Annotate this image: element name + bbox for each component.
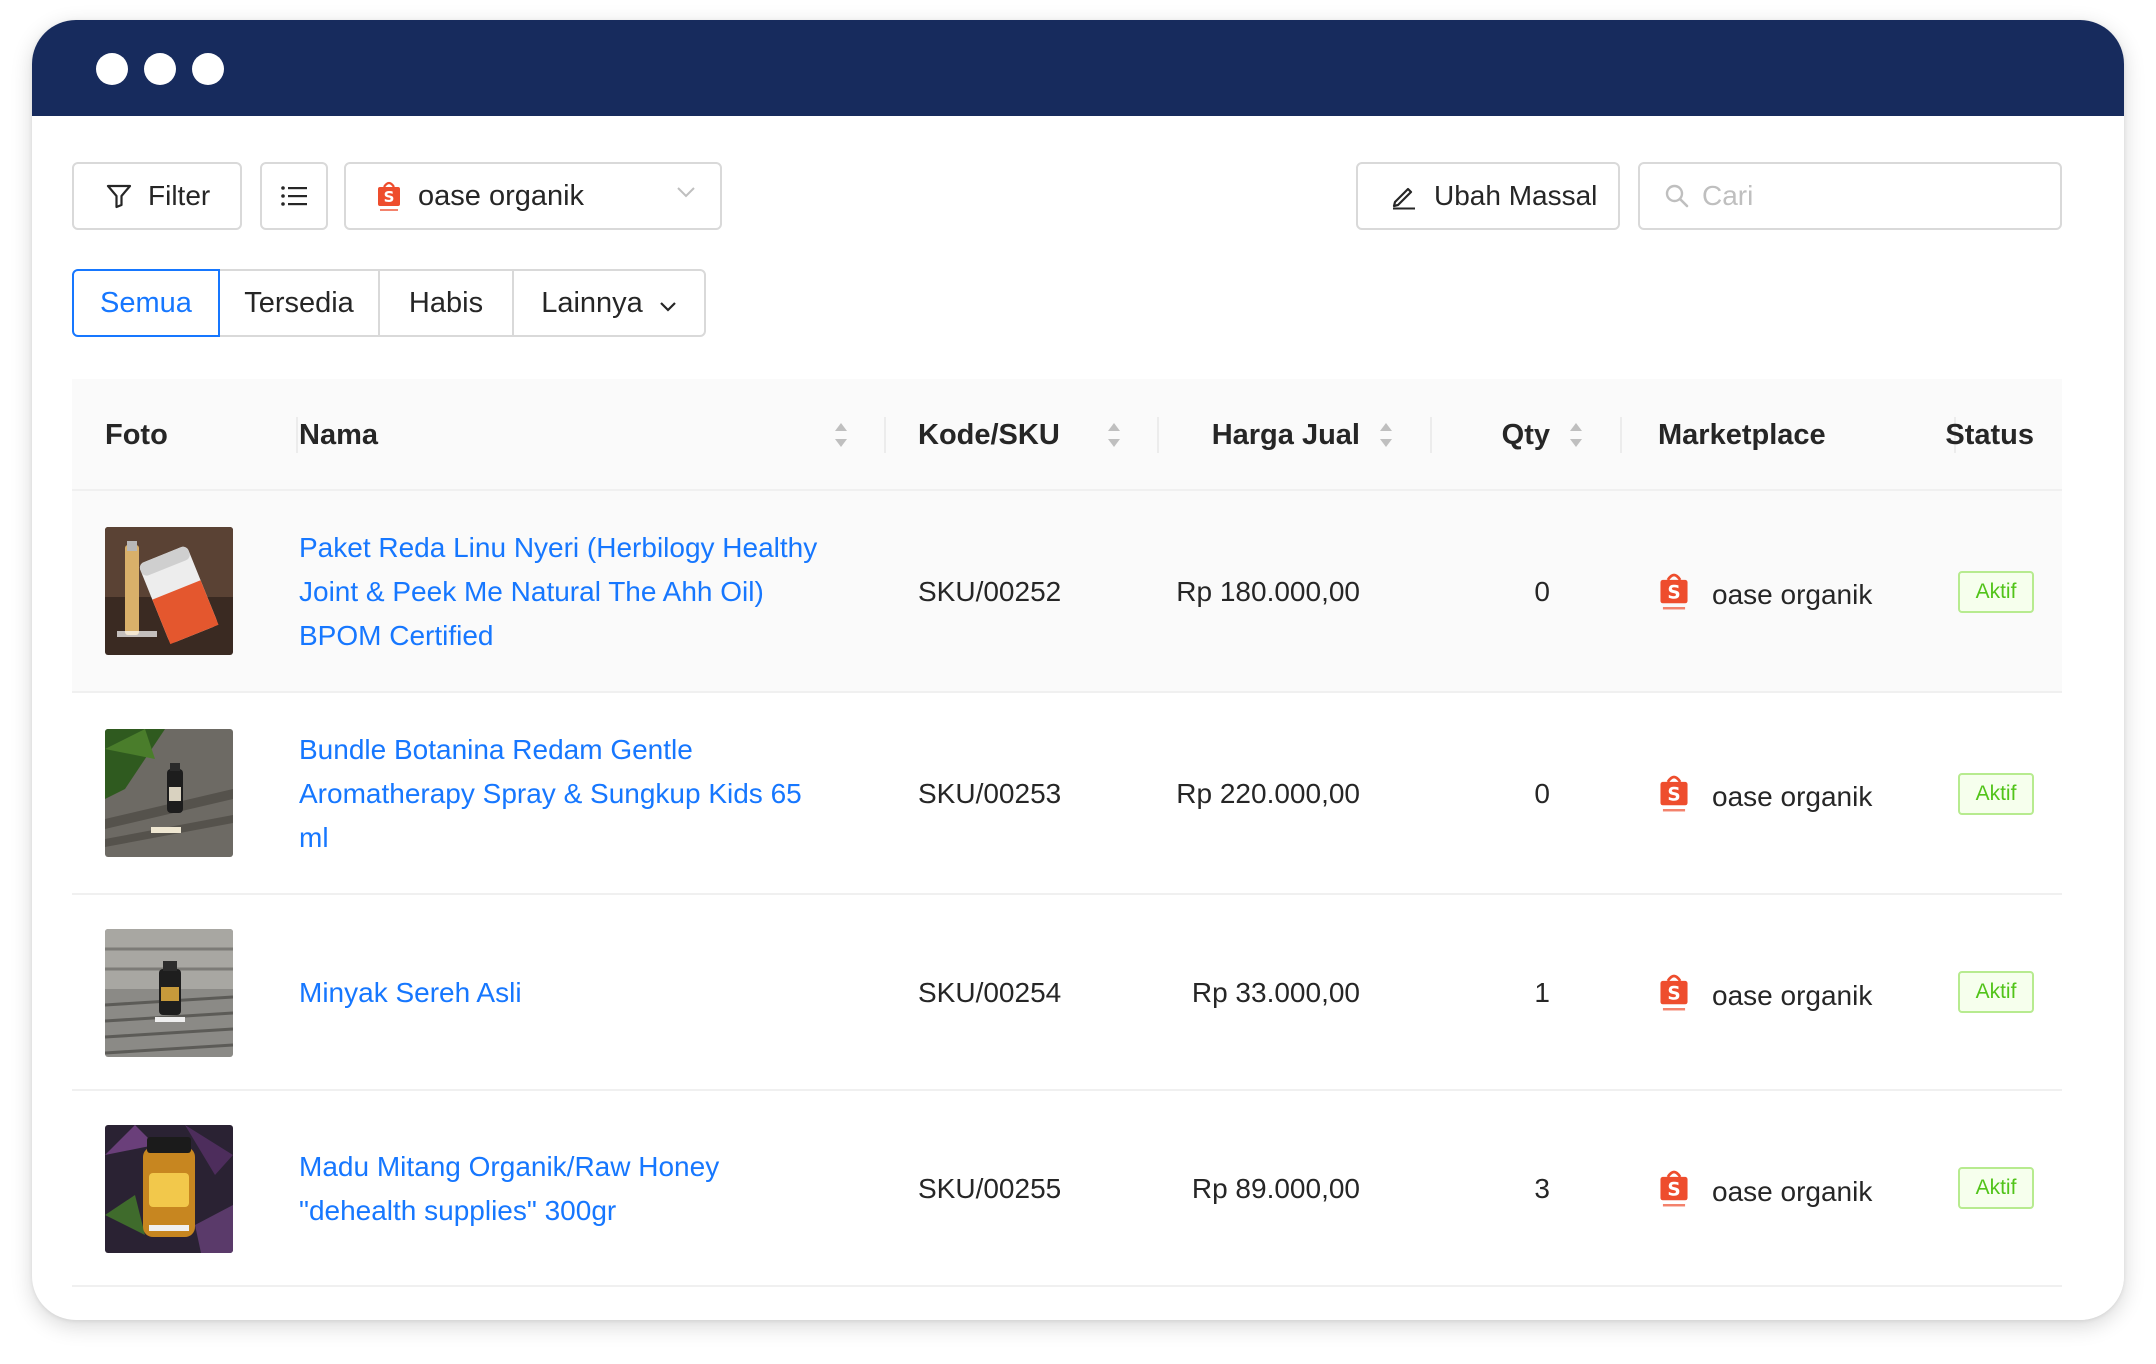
product-qty: 3 [1534, 1173, 1550, 1204]
store-select[interactable]: S oase organik [344, 162, 722, 230]
status-badge: Aktif [1958, 1167, 2034, 1209]
mass-edit-button[interactable]: Ubah Massal [1356, 162, 1620, 230]
product-name-line: "dehealth supplies" 300gr [299, 1195, 617, 1226]
table-header: Foto Nama Kode/SKU Harga Jual Qty Market… [72, 379, 2062, 491]
table-scroll-edge [2062, 379, 2124, 1320]
table-row[interactable]: Paket Reda Linu Nyeri (Herbilogy Healthy… [72, 491, 2062, 693]
marketplace-name: oase organik [1712, 1175, 1873, 1207]
shopee-icon: S [376, 179, 402, 213]
column-list-button[interactable] [260, 162, 328, 230]
column-header-qty[interactable]: Qty [1502, 379, 1550, 491]
product-name-line: Minyak Sereh Asli [299, 977, 522, 1008]
product-qty: 0 [1534, 576, 1550, 607]
product-photo[interactable] [105, 1125, 233, 1253]
svg-text:S: S [1667, 1179, 1680, 1200]
status-badge: Aktif [1958, 773, 2034, 815]
tab-label: Tersedia [244, 286, 354, 319]
product-price: Rp 220.000,00 [1176, 778, 1360, 809]
search-icon [1664, 183, 1690, 209]
marketplace-name: oase organik [1712, 979, 1873, 1011]
product-name-line: Madu Mitang Organik/Raw Honey [299, 1151, 720, 1182]
product-sku: SKU/00252 [918, 576, 1062, 607]
sort-icon[interactable] [1568, 421, 1584, 454]
filter-button[interactable]: Filter [72, 162, 242, 230]
svg-text:S: S [1667, 582, 1680, 603]
product-name-link[interactable]: Madu Mitang Organik/Raw Honey "dehealth … [299, 1145, 829, 1233]
tab-label: Habis [408, 286, 484, 319]
marketplace-cell: S oase organik [1658, 570, 1872, 619]
tab-label: Semua [100, 286, 192, 319]
product-price: Rp 89.000,00 [1191, 1173, 1360, 1204]
svg-text:S: S [384, 188, 395, 206]
product-name-line: Aromatherapy Spray & Sungkup Kids 65 [299, 778, 802, 809]
table-row[interactable]: Bundle Botanina Redam Gentle Aromatherap… [72, 693, 2062, 895]
table-row[interactable]: Minyak Sereh Asli SKU/00254 Rp 33.000,00… [72, 895, 2062, 1091]
sort-icon[interactable] [1378, 421, 1394, 454]
filter-icon [106, 183, 132, 209]
product-name-link[interactable]: Paket Reda Linu Nyeri (Herbilogy Healthy… [299, 526, 829, 658]
window-control-dot[interactable] [192, 53, 224, 85]
product-name-line: Joint & Peek Me Natural The Ahh Oil) [299, 576, 764, 607]
status-badge: Aktif [1958, 971, 2034, 1013]
filter-label: Filter [148, 180, 211, 211]
product-name-line: Bundle Botanina Redam Gentle [299, 734, 693, 765]
edit-icon [1390, 182, 1418, 210]
column-header-foto: Foto [105, 418, 168, 451]
column-header-harga-jual[interactable]: Harga Jual [1212, 379, 1360, 491]
shopee-icon: S [1658, 1167, 1690, 1216]
window-control-dot[interactable] [144, 53, 176, 85]
mass-edit-label: Ubah Massal [1434, 180, 1598, 211]
product-photo[interactable] [105, 527, 233, 655]
tab-lainnya[interactable]: Lainnya [512, 269, 706, 337]
app-window: Filter S oase organik Ubah Massal Cari S… [32, 20, 2124, 1320]
tab-semua[interactable]: Semua [72, 269, 220, 337]
shopee-icon: S [1658, 772, 1690, 821]
column-header-marketplace: Marketplace [1658, 418, 1826, 451]
column-header-sku[interactable]: Kode/SKU [918, 379, 1060, 491]
search-input[interactable]: Cari [1638, 162, 2062, 230]
product-name-link[interactable]: Bundle Botanina Redam Gentle Aromatherap… [299, 728, 829, 860]
shopee-icon: S [1658, 971, 1690, 1020]
marketplace-cell: S oase organik [1658, 971, 1872, 1020]
sort-icon[interactable] [833, 421, 849, 454]
product-list-page: Filter S oase organik Ubah Massal Cari S… [32, 116, 2124, 1320]
tab-habis[interactable]: Habis [378, 269, 514, 337]
marketplace-name: oase organik [1712, 780, 1873, 812]
product-photo[interactable] [105, 729, 233, 857]
product-sku: SKU/00254 [918, 977, 1062, 1008]
column-header-nama[interactable]: Nama [299, 379, 378, 491]
product-sku: SKU/00255 [918, 1173, 1062, 1204]
svg-text:S: S [1667, 784, 1680, 805]
shopee-icon: S [1658, 570, 1690, 619]
title-bar [32, 20, 2124, 116]
product-price: Rp 180.000,00 [1176, 576, 1360, 607]
store-select-value: oase organik [418, 179, 585, 212]
tab-label: Lainnya [541, 286, 643, 319]
marketplace-cell: S oase organik [1658, 772, 1872, 821]
product-photo[interactable] [105, 929, 233, 1057]
product-sku: SKU/00253 [918, 778, 1062, 809]
product-price: Rp 33.000,00 [1191, 977, 1360, 1008]
product-qty: 0 [1534, 778, 1550, 809]
product-qty: 1 [1534, 977, 1550, 1008]
svg-text:S: S [1667, 983, 1680, 1004]
window-control-dot[interactable] [96, 53, 128, 85]
sort-icon[interactable] [1106, 421, 1122, 454]
status-tabs: Semua Tersedia Habis Lainnya [72, 269, 706, 337]
product-table: Foto Nama Kode/SKU Harga Jual Qty Market… [72, 379, 2062, 1287]
column-header-status: Status [1945, 418, 2034, 451]
product-name-line: ml [299, 822, 329, 853]
product-name-link[interactable]: Minyak Sereh Asli [299, 971, 829, 1015]
product-name-line: BPOM Certified [299, 620, 494, 651]
table-row[interactable]: Madu Mitang Organik/Raw Honey "dehealth … [72, 1091, 2062, 1287]
tab-tersedia[interactable]: Tersedia [218, 269, 380, 337]
list-icon [280, 184, 308, 208]
marketplace-cell: S oase organik [1658, 1167, 1872, 1216]
chevron-down-icon [676, 186, 696, 198]
marketplace-name: oase organik [1712, 578, 1873, 610]
chevron-down-icon [659, 287, 677, 320]
product-name-line: Paket Reda Linu Nyeri (Herbilogy Healthy [299, 532, 818, 563]
search-placeholder: Cari [1702, 180, 1754, 211]
status-badge: Aktif [1958, 571, 2034, 613]
